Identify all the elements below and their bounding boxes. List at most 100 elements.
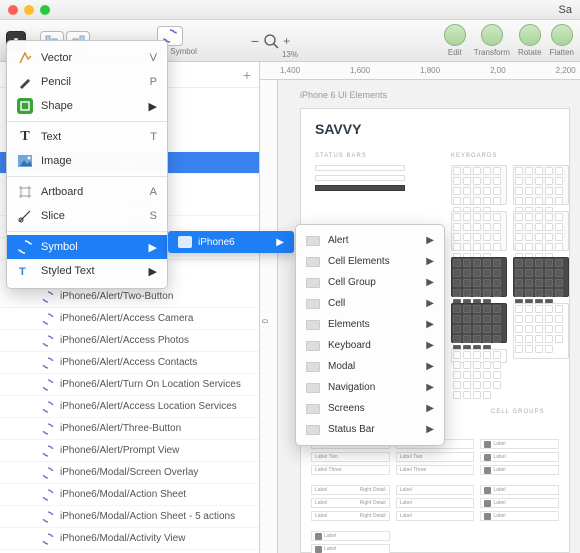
menu-label: Styled Text — [41, 265, 95, 277]
menu-item[interactable]: Navigation▶ — [296, 377, 444, 398]
keyboard-thumb-dark — [451, 257, 507, 297]
cell-label: Label Three — [400, 467, 427, 473]
add-page-button[interactable]: + — [243, 67, 251, 83]
edit-button[interactable]: Edit — [444, 24, 466, 57]
ruler-horizontal: 1,400 1,600 1,800 2,00 2,200 2,40 — [260, 62, 580, 80]
iphone6-categories-menu[interactable]: Alert▶Cell Elements▶Cell Group▶Cell▶Elem… — [295, 224, 445, 446]
flatten-button[interactable]: Flatten — [550, 24, 574, 57]
cell-thumb: Label — [480, 439, 559, 449]
transform-label: Transform — [474, 48, 510, 57]
vector-icon — [17, 50, 33, 66]
statusbar-thumb — [315, 175, 405, 181]
cell-label: Label — [400, 487, 412, 493]
insert-menu[interactable]: VectorV PencilP Shape▶ TTextT Image Artb… — [6, 40, 168, 289]
cell-thumb: Label — [480, 498, 559, 508]
layer-label: iPhone6/Alert/Access Camera — [60, 313, 193, 324]
statusbar-thumb — [315, 185, 405, 191]
menu-label: Navigation — [328, 382, 375, 393]
menu-item-image[interactable]: Image — [7, 149, 167, 173]
cell-thumb: Label — [480, 511, 559, 521]
zoom-out-button[interactable]: − — [251, 33, 259, 49]
menu-item-shape[interactable]: Shape▶ — [7, 94, 167, 118]
magnifier-icon[interactable] — [263, 33, 279, 49]
cell-thumb: LabelRight Detail — [311, 485, 390, 495]
symbol-submenu-iphone6[interactable]: iPhone6 ▶ — [168, 231, 294, 253]
edit-label: Edit — [448, 48, 462, 57]
category-thumb-icon — [306, 320, 320, 330]
layer-label: iPhone6/Alert/Three-Button — [60, 423, 181, 434]
menu-item-symbol[interactable]: Symbol▶ — [7, 235, 167, 259]
layer-row[interactable]: iPhone6/Modal/Screen Overlay — [0, 462, 259, 484]
close-window-icon[interactable] — [8, 5, 18, 15]
cell-chip-icon — [484, 441, 491, 448]
symbol-icon — [42, 379, 54, 391]
menu-item[interactable]: Cell▶ — [296, 293, 444, 314]
symbol-icon — [42, 489, 54, 501]
layer-row[interactable]: iPhone6/Alert/Access Location Services — [0, 396, 259, 418]
layer-row[interactable]: iPhone6/Modal/Action Sheet — [0, 484, 259, 506]
cell-thumb: Label — [480, 452, 559, 462]
transform-button[interactable]: Transform — [474, 24, 510, 57]
menu-item-vector[interactable]: VectorV — [7, 46, 167, 70]
cell-chip-icon — [315, 546, 322, 553]
cell-groups-grid: Label Label Two Label Three LabelRight D… — [311, 439, 559, 553]
cell-thumb: Label Three — [311, 465, 390, 475]
symbol-icon — [42, 357, 54, 369]
chevron-right-icon: ▶ — [426, 235, 434, 246]
cell-thumb: LabelRight Detail — [311, 498, 390, 508]
menu-label: Cell Elements — [328, 256, 390, 267]
zoom-window-icon[interactable] — [40, 5, 50, 15]
layer-label: iPhone6/Alert/Access Location Services — [60, 401, 237, 412]
minimize-window-icon[interactable] — [24, 5, 34, 15]
menu-shortcut: V — [150, 52, 157, 64]
layer-row[interactable]: iPhone6/Alert/Access Photos — [0, 330, 259, 352]
layer-row[interactable]: iPhone6/Alert/Prompt View — [0, 440, 259, 462]
menu-item-artboard[interactable]: ArtboardA — [7, 180, 167, 204]
keyboard-thumb-dark — [451, 303, 507, 343]
chevron-right-icon: ▶ — [426, 256, 434, 267]
layer-row[interactable]: iPhone6/Alert/Access Contacts — [0, 352, 259, 374]
layer-row[interactable]: iPhone6/Modal/Action Sheet - 5 actions — [0, 506, 259, 528]
shape-icon — [17, 98, 33, 114]
layer-label: iPhone6/Modal/Action Sheet - 5 actions — [60, 511, 235, 522]
menu-item-styled-text[interactable]: TStyled Text▶ — [7, 259, 167, 283]
symbol-icon — [17, 239, 33, 255]
layer-row[interactable]: iPhone6/Modal/Activity View — [0, 528, 259, 550]
menu-item[interactable]: Keyboard▶ — [296, 335, 444, 356]
menu-item[interactable]: Cell Group▶ — [296, 272, 444, 293]
section-status-bars: STATUS BARS — [315, 153, 367, 159]
styled-text-icon: T — [17, 263, 33, 279]
rotate-button[interactable]: Rotate — [518, 24, 542, 57]
menu-item[interactable]: Cell Elements ▶ — [296, 251, 444, 272]
menu-item[interactable]: Alert▶ — [296, 230, 444, 251]
category-thumb-icon — [306, 236, 320, 246]
chevron-right-icon: ▶ — [426, 277, 434, 288]
zoom-in-button[interactable]: + — [283, 34, 290, 48]
menu-label: Symbol — [41, 241, 78, 253]
cell-thumb: Label — [396, 498, 475, 508]
artboard-title[interactable]: iPhone 6 UI Elements — [300, 90, 387, 100]
ruler-tick: 2,00 — [490, 66, 506, 75]
menu-label: iPhone6 — [198, 237, 235, 248]
menu-shortcut: T — [150, 131, 157, 143]
cell-chip-icon — [484, 487, 491, 494]
menu-item[interactable]: Elements▶ — [296, 314, 444, 335]
menu-item-slice[interactable]: SliceS — [7, 204, 167, 228]
layer-row[interactable]: iPhone6/Alert/Turn On Location Services — [0, 374, 259, 396]
cell-thumb: Label — [311, 544, 390, 553]
menu-item[interactable]: Status Bar▶ — [296, 419, 444, 440]
layer-row[interactable]: iPhone6/Alert/Access Camera — [0, 308, 259, 330]
menu-item[interactable]: Modal▶ — [296, 356, 444, 377]
symbol-icon — [42, 291, 54, 303]
ruler-vertical: 0 800 1,000 4,000 — [260, 80, 278, 553]
pencil-icon — [17, 74, 33, 90]
menu-item-pencil[interactable]: PencilP — [7, 70, 167, 94]
menu-item[interactable]: Screens▶ — [296, 398, 444, 419]
layer-row[interactable]: iPhone6/Alert/Three-Button — [0, 418, 259, 440]
layer-row[interactable]: iPhone6/Alert/Two-Button — [0, 286, 259, 308]
layer-label: iPhone6/Alert/Turn On Location Services — [60, 379, 241, 390]
menu-item-text[interactable]: TTextT — [7, 125, 167, 149]
symbol-icon — [42, 511, 54, 523]
symbol-icon — [42, 335, 54, 347]
cell-label: Label Three — [315, 467, 342, 473]
